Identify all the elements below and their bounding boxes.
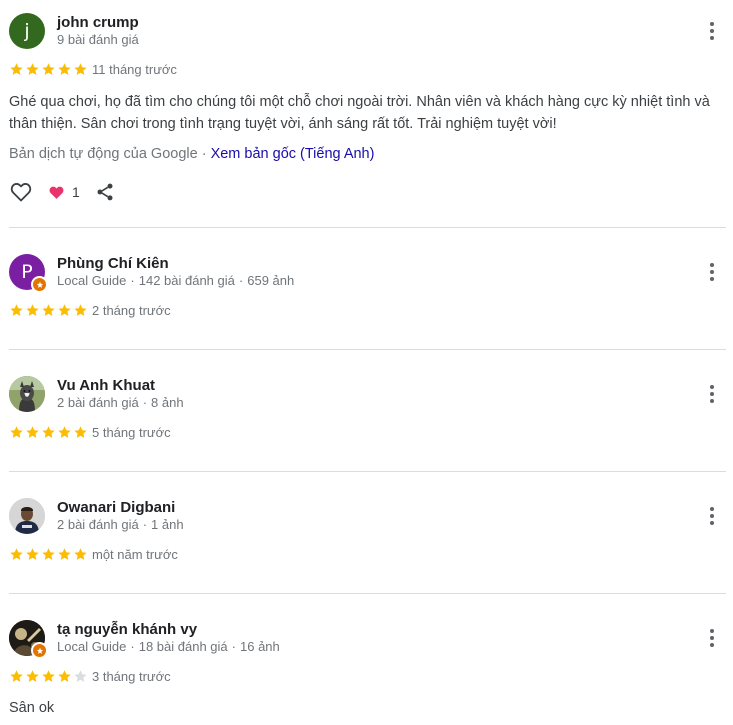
review-time: 11 tháng trước (92, 62, 177, 77)
reviewer-meta: Local Guide · 142 bài đánh giá · 659 ảnh (57, 273, 294, 288)
more-options-icon[interactable] (703, 504, 721, 528)
review-time: 2 tháng trước (92, 303, 171, 318)
star-filled-icon (74, 426, 87, 438)
avatar-photo (9, 498, 45, 534)
more-options-icon[interactable] (703, 626, 721, 650)
local-guide-badge-icon (31, 276, 48, 293)
photo-count: 8 ảnh (151, 395, 184, 410)
star-filled-icon (74, 304, 87, 316)
avatar[interactable]: j (9, 13, 45, 49)
avatar[interactable]: P (9, 254, 48, 293)
star-filled-icon (42, 63, 55, 75)
star-filled-icon (74, 63, 87, 75)
like-button[interactable] (9, 180, 33, 204)
star-rating (9, 669, 88, 684)
local-guide-badge-icon (31, 642, 48, 659)
reviewer-meta: 9 bài đánh giá (57, 32, 139, 47)
divider (9, 227, 726, 228)
star-filled-icon (10, 63, 23, 75)
separator-dot: · (231, 639, 236, 654)
separator-dot: · (201, 146, 211, 162)
local-guide-label: Local Guide (57, 273, 127, 288)
reviewer-meta: Local Guide · 18 bài đánh giá · 16 ảnh (57, 639, 280, 654)
reviewer-name[interactable]: tạ nguyễn khánh vy (57, 621, 197, 638)
star-filled-icon (10, 670, 23, 682)
separator-dot: · (142, 395, 148, 410)
reviewer-name[interactable]: Owanari Digbani (57, 499, 175, 516)
avatar[interactable] (9, 498, 45, 534)
reviewer-meta: 2 bài đánh giá · 1 ảnh (57, 517, 184, 532)
avatar[interactable] (9, 620, 48, 659)
star-filled-icon (42, 548, 55, 560)
separator-dot: · (238, 273, 244, 288)
star-filled-icon (58, 304, 71, 316)
review-actions: 1 (9, 180, 115, 204)
more-options-icon[interactable] (703, 19, 721, 43)
star-filled-icon (10, 548, 23, 560)
star-filled-icon (58, 670, 71, 682)
divider (9, 349, 726, 350)
review-time: 3 tháng trước (92, 669, 171, 684)
star-empty-icon (74, 670, 87, 682)
avatar-photo (9, 376, 45, 412)
star-filled-icon (42, 426, 55, 438)
review-time: 5 tháng trước (92, 425, 171, 440)
separator-dot: · (130, 273, 135, 288)
review-count: 2 bài đánh giá (57, 517, 139, 532)
star-filled-icon (26, 304, 39, 316)
star-rating (9, 425, 88, 440)
reviewer-name[interactable]: john crump (57, 14, 139, 31)
separator-dot: · (130, 639, 135, 654)
review-count: 18 bài đánh giá (138, 639, 228, 654)
review-count: 2 bài đánh giá (57, 395, 139, 410)
star-filled-icon (58, 548, 71, 560)
reviewer-name[interactable]: Phùng Chí Kiên (57, 255, 169, 272)
translation-line: Bản dịch tự động của Google · Xem bản gố… (9, 146, 374, 162)
share-icon[interactable] (95, 182, 115, 202)
more-options-icon[interactable] (703, 382, 721, 406)
photo-count: 659 ảnh (247, 273, 295, 288)
like-count: 1 (72, 184, 80, 200)
divider (9, 593, 726, 594)
star-filled-icon (26, 426, 39, 438)
star-filled-icon (26, 63, 39, 75)
avatar-initial: j (9, 13, 45, 49)
photo-count: 1 ảnh (151, 517, 184, 532)
heart-outline-icon (10, 183, 32, 202)
star-rating (9, 62, 88, 77)
review-text: Ghé qua chơi, họ đã tìm cho chúng tôi mộ… (9, 94, 710, 132)
reaction-summary[interactable]: 1 (48, 184, 80, 201)
divider (9, 471, 726, 472)
star-rating (9, 303, 88, 318)
review-text: Sân ok (9, 700, 55, 716)
star-filled-icon (10, 426, 23, 438)
view-original-link[interactable]: Xem bản gốc (Tiếng Anh) (211, 146, 375, 162)
separator-dot: · (142, 517, 148, 532)
review-time: một năm trước (92, 547, 178, 562)
star-filled-icon (26, 670, 39, 682)
star-filled-icon (26, 548, 39, 560)
review-count: 142 bài đánh giá (138, 273, 235, 288)
star-filled-icon (42, 670, 55, 682)
star-filled-icon (10, 304, 23, 316)
star-filled-icon (58, 426, 71, 438)
avatar[interactable] (9, 376, 45, 412)
local-guide-label: Local Guide (57, 639, 127, 654)
star-rating (9, 547, 88, 562)
star-filled-icon (74, 548, 87, 560)
reviewer-name[interactable]: Vu Anh Khuat (57, 377, 155, 394)
star-filled-icon (42, 304, 55, 316)
photo-count: 16 ảnh (240, 639, 280, 654)
star-filled-icon (58, 63, 71, 75)
more-options-icon[interactable] (703, 260, 721, 284)
translation-note: Bản dịch tự động của Google (9, 146, 198, 162)
heart-filled-icon (49, 186, 64, 199)
reviewer-meta: 2 bài đánh giá · 8 ảnh (57, 395, 184, 410)
